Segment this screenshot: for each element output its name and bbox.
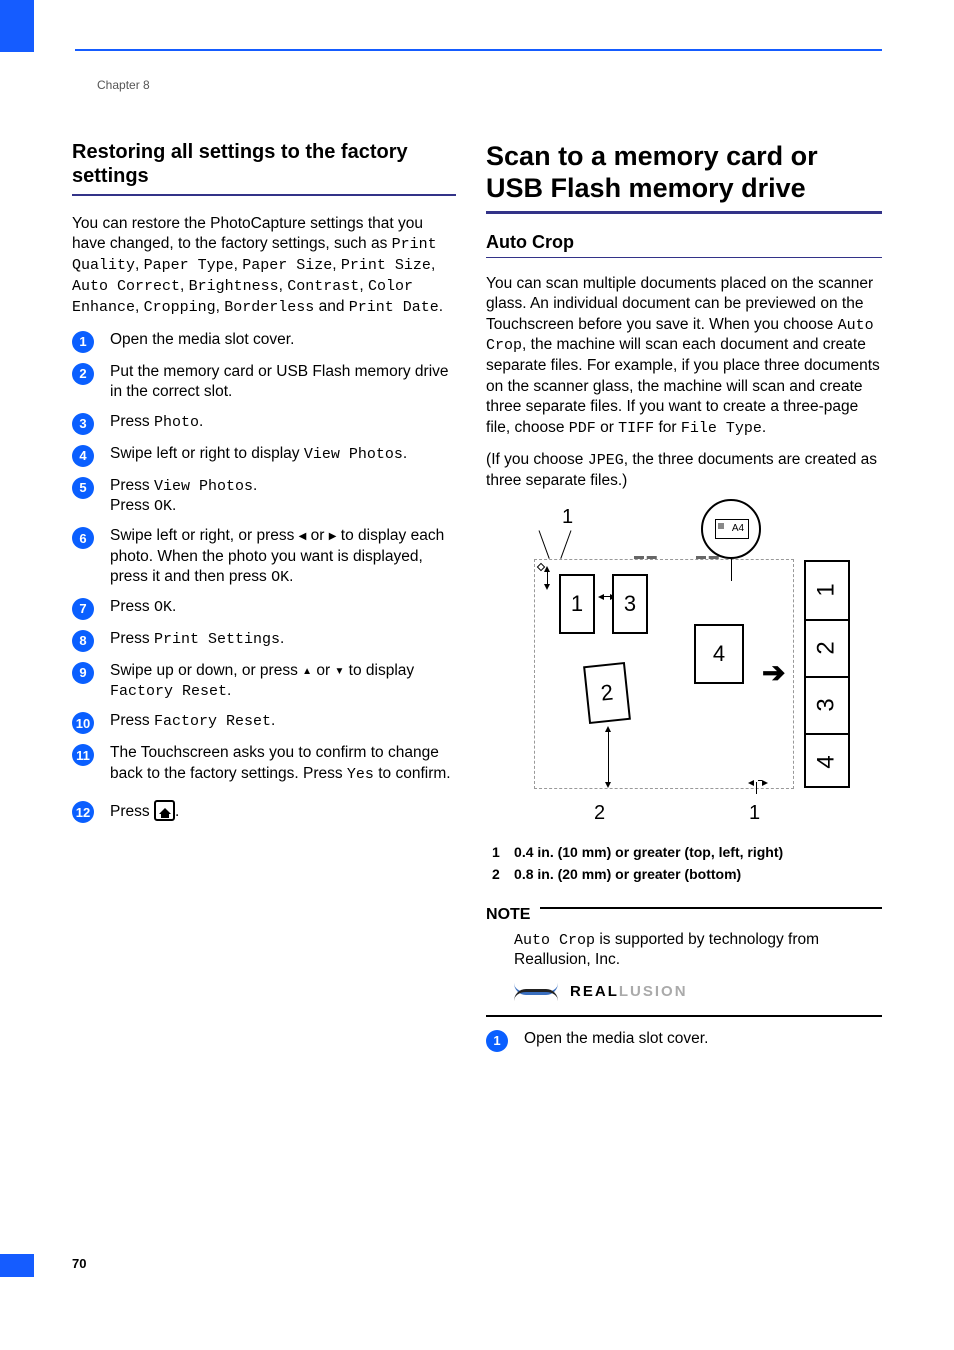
margin-tab-bottom	[0, 1254, 34, 1277]
output-stack: 1 2 3 4	[804, 560, 850, 788]
step-badge: 2	[72, 363, 94, 385]
step-text: Press Print Settings.	[110, 629, 456, 650]
margins-legend: 10.4 in. (10 mm) or greater (top, left, …	[486, 844, 882, 882]
reallusion-logo: REALLUSION	[514, 983, 882, 1001]
header-rule	[75, 49, 882, 51]
right-step-1: 1 Open the media slot cover.	[486, 1029, 882, 1052]
diagram-doc-2: 2	[583, 662, 631, 724]
step-text: Press OK.	[110, 597, 456, 618]
step-text: Press Factory Reset.	[110, 711, 456, 732]
diagram-doc-1: 1	[559, 574, 595, 634]
step-badge: 1	[486, 1030, 508, 1052]
home-icon	[154, 800, 175, 821]
magnifier-icon: A4	[701, 499, 761, 559]
left-column: Restoring all settings to the factory se…	[72, 140, 456, 1061]
right-column: Scan to a memory card or USB Flash memor…	[486, 140, 882, 1061]
step-text: Press Photo.	[110, 412, 456, 433]
right-heading: Scan to a memory card or USB Flash memor…	[486, 140, 882, 205]
heading-rule	[486, 211, 882, 214]
step-badge: 1	[72, 331, 94, 353]
triangle-up-icon: ▲	[302, 665, 312, 678]
step-text: Open the media slot cover.	[524, 1029, 882, 1049]
step-text: Swipe left or right to display View Phot…	[110, 444, 456, 465]
diagram-bottom-label-2: 2	[594, 802, 605, 825]
step-text: Put the memory card or USB Flash memory …	[110, 362, 456, 403]
left-heading: Restoring all settings to the factory se…	[72, 140, 456, 188]
note-body: Auto Crop is supported by technology fro…	[486, 930, 882, 1001]
step-badge: 12	[72, 801, 94, 823]
step-text: Swipe left or right, or press ◀ or ▶ to …	[110, 526, 456, 588]
step-text: Swipe up or down, or press ▲ or ▼ to dis…	[110, 661, 456, 702]
step-badge: 5	[72, 477, 94, 499]
step-text: Press View Photos.Press OK.	[110, 476, 456, 518]
diagram-bottom-label-1: 1	[749, 802, 760, 825]
right-paren: (If you choose JPEG, the three documents…	[486, 450, 882, 491]
step-badge: 3	[72, 413, 94, 435]
step-text: Press .	[110, 800, 456, 822]
left-steps: 1 Open the media slot cover. 2 Put the mem…	[72, 330, 456, 824]
right-intro: You can scan multiple documents placed o…	[486, 274, 882, 439]
page-number: 70	[72, 1256, 86, 1271]
autocrop-diagram: 1 ▬ ▬▬ ▬ A4 1 3 2 4 2 1 ➔ 1 2 3 4	[504, 504, 864, 834]
step-badge: 4	[72, 445, 94, 467]
margin-tab-top	[0, 0, 34, 52]
step-badge: 6	[72, 527, 94, 549]
diagram-doc-4: 4	[694, 624, 744, 684]
step-text: Open the media slot cover.	[110, 330, 456, 350]
step-text: The Touchscreen asks you to confirm to c…	[110, 743, 456, 784]
step-badge: 11	[72, 744, 94, 766]
reallusion-swoosh-icon	[514, 983, 560, 1001]
step-badge: 8	[72, 630, 94, 652]
triangle-down-icon: ▼	[334, 665, 344, 678]
subheading-rule	[486, 257, 882, 258]
arrow-right-icon: ➔	[762, 656, 785, 689]
right-subheading: Auto Crop	[486, 232, 882, 253]
heading-rule	[72, 194, 456, 196]
diagram-top-label: 1	[562, 506, 573, 529]
left-intro: You can restore the PhotoCapture setting…	[72, 214, 456, 318]
diagram-doc-3: 3	[612, 574, 648, 634]
step-badge: 7	[72, 598, 94, 620]
note-label: NOTE	[486, 906, 530, 924]
chapter-label: Chapter 8	[97, 78, 150, 92]
step-badge: 10	[72, 712, 94, 734]
step-badge: 9	[72, 662, 94, 684]
